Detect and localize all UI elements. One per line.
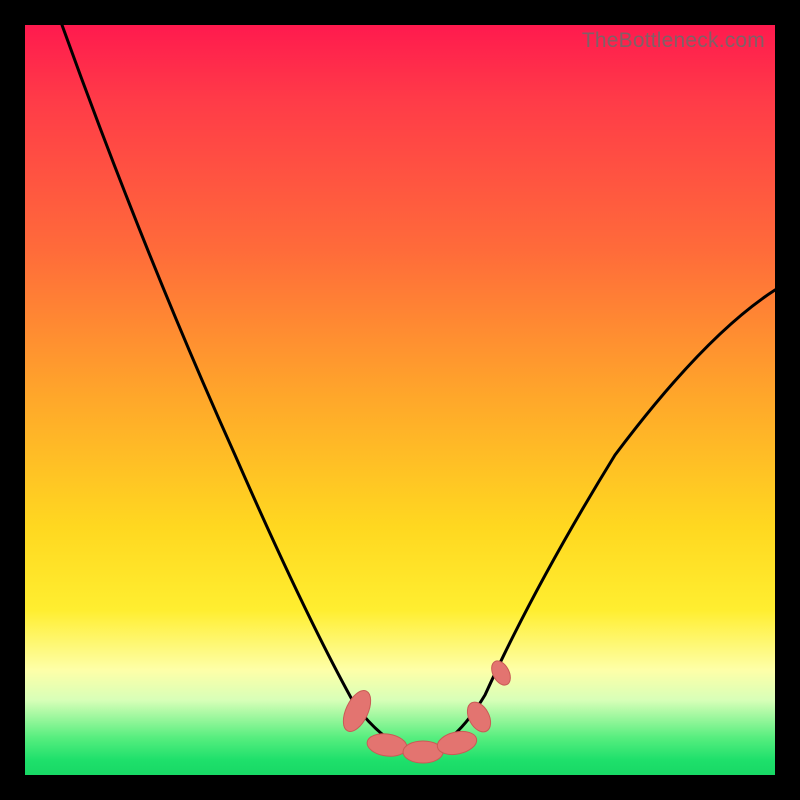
- marker-point: [463, 698, 496, 736]
- outer-frame: TheBottleneck.com: [0, 0, 800, 800]
- chart-overlay: [25, 25, 775, 775]
- plot-area: TheBottleneck.com: [25, 25, 775, 775]
- bottleneck-curve: [62, 25, 775, 755]
- marker-point: [366, 731, 409, 758]
- marker-group: [338, 658, 514, 763]
- marker-point: [338, 686, 377, 735]
